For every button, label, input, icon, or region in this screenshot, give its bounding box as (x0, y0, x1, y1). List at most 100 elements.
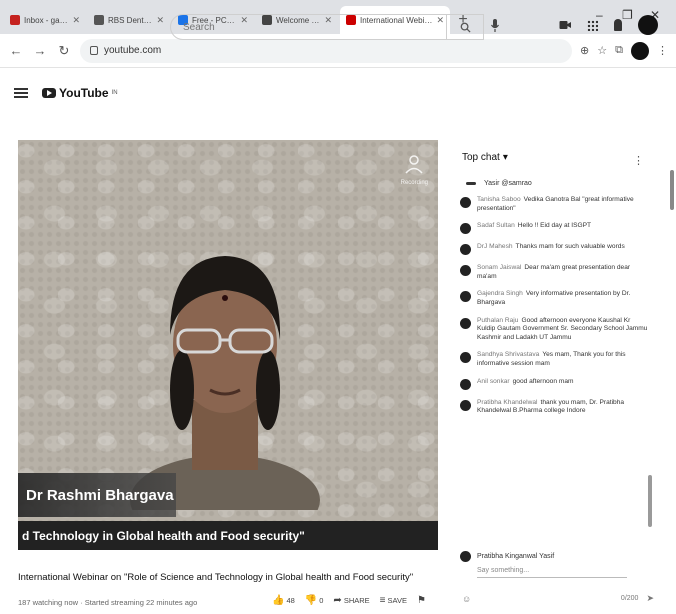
chat-message: Sandhya Shrivastava Yes mam, Thank you fo… (460, 351, 648, 368)
hamburger-menu-icon[interactable] (14, 88, 28, 98)
watermark-text: Recording (400, 180, 428, 186)
video-player[interactable]: Recording Dr Rashmi Bhargava d Technolog… (18, 140, 438, 550)
notifications-bell-icon[interactable] (614, 19, 622, 31)
chat-message: Pratibha Khandelwal thank you mam, Dr. Pr… (460, 399, 648, 416)
chat-author: Anil sonkar (477, 377, 510, 385)
page-scrollbar[interactable] (670, 170, 674, 210)
chat-author: Sonam Jaiswal (477, 264, 522, 272)
chat-author: Pratibha Khandelwal (477, 398, 538, 406)
account-avatar[interactable] (638, 15, 658, 35)
chat-message: Sadaf Sultan Hello !! Eid day at ISGPT (460, 222, 648, 235)
lock-icon (90, 46, 98, 55)
search-box (170, 14, 484, 40)
user-watermark-icon (405, 155, 423, 174)
bookmark-star-icon[interactable]: ☆ (597, 44, 607, 57)
extensions-icon[interactable]: ⧉ (615, 44, 623, 57)
chat-author: Sandhya Shrivastava (477, 351, 540, 359)
my-avatar-icon (460, 551, 471, 562)
speaker-figure (130, 256, 320, 510)
create-video-icon[interactable] (559, 20, 571, 30)
share-label: SHARE (343, 596, 370, 605)
user-avatar-icon (460, 197, 471, 208)
user-avatar-icon (460, 352, 471, 364)
pinned-text: Yasir @samrao (484, 180, 532, 187)
user-avatar-icon (460, 265, 471, 277)
user-avatar-icon (460, 223, 471, 235)
chat-message: DrJ Mahesh Thanks mam for such valuable w… (460, 243, 648, 256)
browser-tab-2[interactable]: RBS Dental University - Lec... ✕ (88, 6, 170, 34)
reload-icon[interactable]: ↻ (56, 43, 72, 59)
back-arrow-icon[interactable]: ← (8, 43, 24, 58)
chat-username: Pratibha Kinganwal Yasif (477, 552, 555, 560)
char-counter: 0/200 (620, 595, 639, 602)
chat-message-input[interactable]: Say something... (477, 567, 627, 578)
chat-mode-label: Top chat (462, 152, 500, 163)
search-button[interactable] (446, 14, 484, 40)
chat-message: Tanisha Saboo Vedika Ganotra Bal "great i… (460, 196, 648, 213)
video-title: International Webinar on "Role of Scienc… (18, 572, 414, 583)
dislike-button[interactable]: 👎 0 (305, 595, 324, 606)
chat-text: Thanks mam for such valuable words (515, 243, 625, 251)
site-favicon-icon (94, 15, 104, 25)
gmail-favicon-icon (10, 15, 20, 25)
chat-message: Sonam Jaiswal Dear ma'am great presentati… (460, 264, 648, 281)
chat-author: DrJ Mahesh (477, 243, 513, 251)
chat-author: Gajendra Singh (477, 290, 523, 298)
like-button[interactable]: 👍 48 (272, 595, 295, 606)
chat-text: good afternoon mam (512, 377, 574, 385)
close-tab-icon[interactable]: ✕ (156, 15, 164, 26)
zoom-icon[interactable]: ⊕ (580, 44, 589, 57)
save-label: SAVE (387, 596, 407, 605)
chevron-down-icon: ▾ (502, 152, 508, 163)
chat-input-area: Pratibha Kinganwal Yasif Say something..… (460, 550, 656, 578)
video-actions: 👍 48 👎 0 ➦ SHARE ≡ SAVE ⚑ (272, 595, 426, 606)
microphone-icon[interactable] (490, 18, 500, 34)
save-button[interactable]: ≡ SAVE (380, 595, 407, 606)
url-field[interactable]: youtube.com (80, 38, 573, 63)
browser-menu-icon[interactable]: ⋮ (657, 44, 668, 57)
pinned-message: Yasir @samrao (466, 180, 532, 187)
chat-message: Puthalan Raju Good afternoon everyone Kau… (460, 317, 648, 343)
chat-author: Puthalan Raju (477, 316, 519, 324)
dislike-count: 0 (319, 596, 324, 605)
browser-tab-1[interactable]: Inbox - gajendrasahu@... ✕ (4, 6, 86, 34)
chat-message: Gajendra Singh Very informative presentat… (460, 290, 648, 307)
send-icon[interactable]: ➤ (646, 593, 654, 604)
share-arrow-icon: ➦ (333, 595, 342, 606)
share-button[interactable]: ➦ SHARE (333, 595, 369, 606)
forward-arrow-icon[interactable]: → (32, 43, 48, 58)
chat-bottom-bar: ☺ 0/200 ➤ (462, 593, 654, 604)
speaker-name-banner: Dr Rashmi Bhargava (18, 473, 176, 517)
chat-author: Sadaf Sultan (477, 222, 515, 230)
profile-avatar-icon[interactable] (631, 41, 649, 60)
thumbs-down-icon: 👎 (304, 595, 318, 606)
search-icon (460, 22, 471, 33)
search-input[interactable] (171, 21, 483, 33)
user-avatar-icon (460, 244, 471, 256)
close-tab-icon[interactable]: ✕ (72, 15, 80, 26)
youtube-play-icon (42, 88, 56, 98)
logo-region: IN (111, 90, 118, 96)
browser-toolbar-icons: ⊕ ☆ ⧉ ⋮ (580, 41, 668, 60)
flag-icon: ⚑ (416, 595, 426, 606)
emoji-icon[interactable]: ☺ (462, 594, 471, 604)
tab-title: Inbox - gajendrasahu@... (24, 15, 68, 25)
webinar-caption-bar: d Technology in Global health and Food s… (18, 521, 438, 550)
thumbs-up-icon: 👍 (272, 595, 285, 606)
apps-grid-icon[interactable] (587, 19, 598, 31)
like-count: 48 (286, 596, 295, 605)
youtube-logo[interactable]: YouTube IN (42, 86, 118, 100)
playlist-add-icon: ≡ (379, 595, 386, 606)
user-avatar-icon (460, 317, 471, 329)
live-chat-panel: Top chat ▾ ⋮ Yasir @samrao Tanisha Saboo… (454, 140, 664, 614)
logo-text: YouTube (59, 86, 109, 100)
report-flag-button[interactable]: ⚑ (417, 595, 426, 606)
chat-mode-selector[interactable]: Top chat ▾ (462, 152, 508, 163)
chat-message-list: Tanisha Saboo Vedika Ganotra Bal "great i… (460, 196, 648, 425)
chat-message: Anil sonkar good afternoon mam (460, 378, 648, 390)
chat-scrollbar[interactable] (648, 475, 652, 527)
chat-more-options-icon[interactable]: ⋮ (633, 154, 644, 167)
video-meta: 187 watching now · Started streaming 22 … (18, 598, 198, 607)
url-text: youtube.com (104, 45, 162, 56)
user-avatar-icon (460, 291, 471, 303)
